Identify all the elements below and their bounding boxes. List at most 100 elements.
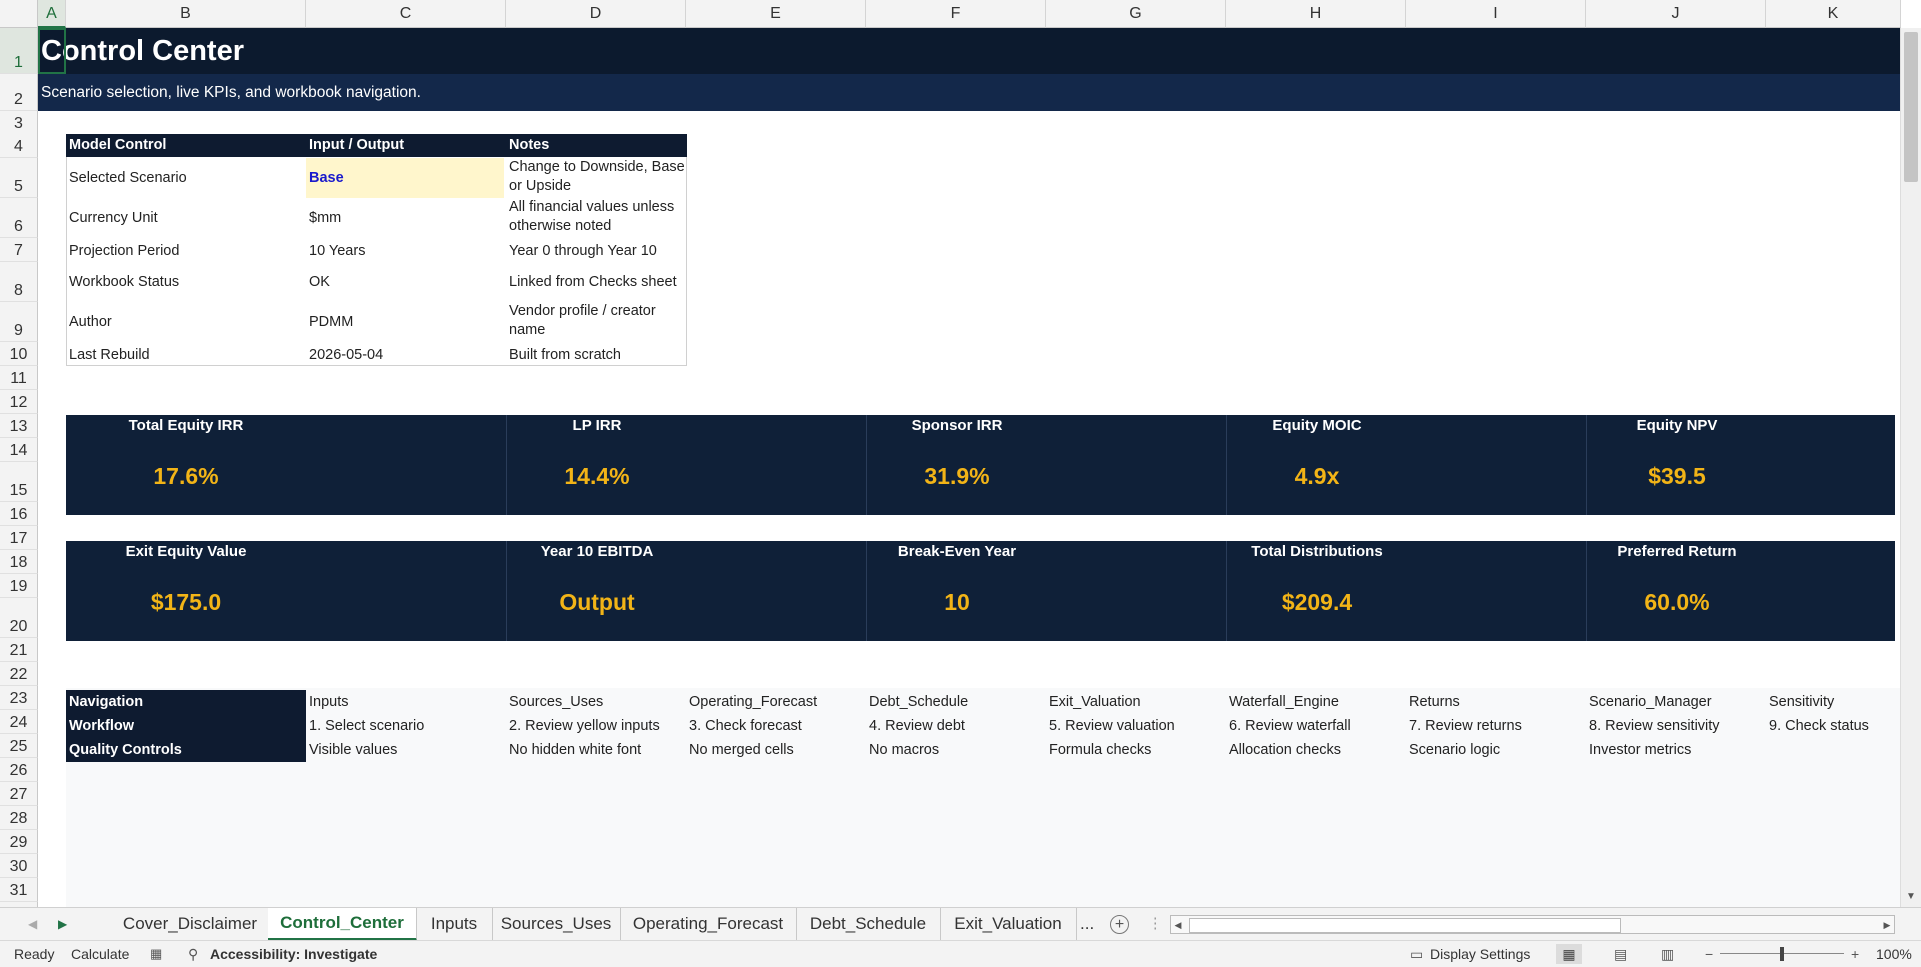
row-header[interactable]: 22 bbox=[0, 662, 38, 686]
row-header[interactable]: 27 bbox=[0, 782, 38, 806]
row-header[interactable]: 7 bbox=[0, 238, 38, 262]
column-header[interactable]: H bbox=[1226, 0, 1406, 28]
column-header[interactable]: G bbox=[1046, 0, 1226, 28]
spreadsheet-grid[interactable]: ABCDEFGHIJK 1 2 3 4 5 6 7 8 9 10 11 12 13 14 15 16 17 18 1… bbox=[0, 0, 1921, 907]
tab-split-handle-icon[interactable]: ⋮ bbox=[1148, 908, 1163, 940]
horizontal-scroll-thumb[interactable] bbox=[1189, 918, 1621, 933]
accessibility-status[interactable]: Accessibility: Investigate bbox=[210, 941, 377, 967]
column-header[interactable]: J bbox=[1586, 0, 1766, 28]
add-sheet-icon[interactable]: + bbox=[1110, 915, 1129, 934]
nav-link[interactable]: Returns bbox=[1406, 690, 1460, 714]
row-header[interactable]: 13 bbox=[0, 414, 38, 438]
row-header[interactable]: 12 bbox=[0, 390, 38, 414]
sheet-tab[interactable]: Inputs bbox=[416, 908, 493, 940]
sheet-tab[interactable]: Debt_Schedule bbox=[796, 908, 941, 940]
zoom-in-icon[interactable]: + bbox=[1851, 941, 1859, 967]
row-header[interactable]: 9 bbox=[0, 302, 38, 342]
row-header[interactable]: 15 bbox=[0, 462, 38, 502]
active-cell-cursor[interactable] bbox=[38, 28, 66, 74]
column-header[interactable]: F bbox=[866, 0, 1046, 28]
column-header[interactable]: E bbox=[686, 0, 866, 28]
row-header[interactable]: 4 bbox=[0, 134, 38, 158]
nav-link[interactable]: Exit_Valuation bbox=[1046, 690, 1141, 714]
nav-link[interactable]: Operating_Forecast bbox=[686, 690, 817, 714]
scroll-left-icon[interactable]: ◀ bbox=[1171, 916, 1185, 935]
macro-record-icon[interactable]: ▦ bbox=[150, 941, 162, 967]
sheet-tab[interactable]: Control_Center bbox=[268, 908, 417, 941]
display-settings-button[interactable]: Display Settings bbox=[1430, 941, 1530, 967]
nav-link[interactable]: Scenario_Manager bbox=[1586, 690, 1712, 714]
kpi-lp-irr[interactable]: LP IRR 14.4% bbox=[507, 415, 867, 515]
nav-link[interactable]: Inputs bbox=[306, 690, 349, 714]
row-header[interactable]: 8 bbox=[0, 262, 38, 302]
horizontal-scrollbar[interactable]: ◀ ▶ bbox=[1170, 915, 1895, 934]
column-header[interactable]: A bbox=[38, 0, 66, 28]
vertical-scroll-thumb[interactable] bbox=[1904, 32, 1918, 182]
column-header[interactable]: C bbox=[306, 0, 506, 28]
row-header[interactable]: 23 bbox=[0, 686, 38, 710]
sheet-tab[interactable]: Operating_Forecast bbox=[620, 908, 797, 940]
kpi-total-distributions[interactable]: Total Distributions $209.4 bbox=[1227, 541, 1587, 641]
row-header[interactable]: 10 bbox=[0, 342, 38, 366]
row-header[interactable]: 3 bbox=[0, 111, 38, 135]
calculate-button[interactable]: Calculate bbox=[71, 941, 129, 967]
vertical-scrollbar[interactable]: ▼ bbox=[1900, 28, 1921, 907]
row-header[interactable]: 11 bbox=[0, 366, 38, 390]
row-header[interactable]: 2 bbox=[0, 74, 38, 111]
row-header[interactable]: 25 bbox=[0, 734, 38, 758]
row-header[interactable]: 16 bbox=[0, 502, 38, 526]
row-header[interactable]: 31 bbox=[0, 878, 38, 902]
selected-scenario-input[interactable]: Base bbox=[306, 158, 344, 198]
row-header[interactable]: 24 bbox=[0, 710, 38, 734]
kpi-year10-ebitda[interactable]: Year 10 EBITDA Output bbox=[507, 541, 867, 641]
nav-link[interactable]: Waterfall_Engine bbox=[1226, 690, 1339, 714]
scroll-down-icon[interactable]: ▼ bbox=[1901, 891, 1921, 905]
column-header[interactable]: I bbox=[1406, 0, 1586, 28]
sheet-tab[interactable]: Cover_Disclaimer bbox=[112, 908, 269, 940]
kpi-equity-moic[interactable]: Equity MOIC 4.9x bbox=[1227, 415, 1587, 515]
nav-link[interactable]: Sensitivity bbox=[1766, 690, 1834, 714]
zoom-slider-thumb[interactable] bbox=[1780, 947, 1784, 961]
tab-scroll-right-icon[interactable]: ▶ bbox=[58, 908, 67, 940]
nav-link[interactable]: Debt_Schedule bbox=[866, 690, 968, 714]
row-header[interactable]: 17 bbox=[0, 526, 38, 550]
value-author[interactable]: PDMM bbox=[306, 302, 353, 342]
kpi-preferred-return[interactable]: Preferred Return 60.0% bbox=[1587, 541, 1895, 641]
row-header[interactable]: 5 bbox=[0, 158, 38, 198]
scroll-right-icon[interactable]: ▶ bbox=[1880, 916, 1894, 935]
column-header[interactable]: D bbox=[506, 0, 686, 28]
row-header[interactable]: 18 bbox=[0, 550, 38, 574]
row-header[interactable]: 26 bbox=[0, 758, 38, 782]
row-header[interactable]: 14 bbox=[0, 438, 38, 462]
row-header[interactable]: 20 bbox=[0, 598, 38, 638]
row-header[interactable]: 1 bbox=[0, 28, 38, 74]
kpi-break-even-year[interactable]: Break-Even Year 10 bbox=[867, 541, 1227, 641]
row-header[interactable]: 6 bbox=[0, 198, 38, 238]
page-break-view-icon[interactable]: ▥ bbox=[1661, 941, 1674, 967]
select-all-corner[interactable] bbox=[0, 0, 38, 28]
nav-link[interactable]: Sources_Uses bbox=[506, 690, 603, 714]
kpi-equity-npv[interactable]: Equity NPV $39.5 bbox=[1587, 415, 1895, 515]
tab-overflow[interactable]: ... bbox=[1080, 908, 1094, 940]
column-header[interactable]: K bbox=[1766, 0, 1901, 28]
value-projection-period[interactable]: 10 Years bbox=[306, 240, 365, 262]
zoom-level[interactable]: 100% bbox=[1876, 941, 1912, 967]
row-header[interactable]: 28 bbox=[0, 806, 38, 830]
sheet-tab[interactable]: Sources_Uses bbox=[492, 908, 621, 940]
sheet-tab[interactable]: Exit_Valuation bbox=[940, 908, 1077, 940]
page-layout-view-icon[interactable]: ▤ bbox=[1614, 941, 1627, 967]
kpi-exit-equity-value[interactable]: Exit Equity Value $175.0 bbox=[66, 541, 507, 641]
normal-view-icon[interactable]: ▦ bbox=[1556, 944, 1582, 964]
row-header[interactable]: 19 bbox=[0, 574, 38, 598]
value-workbook-status[interactable]: OK bbox=[306, 264, 330, 300]
column-header[interactable]: B bbox=[66, 0, 306, 28]
row-header[interactable]: 21 bbox=[0, 638, 38, 662]
row-header[interactable]: 30 bbox=[0, 854, 38, 878]
zoom-out-icon[interactable]: − bbox=[1705, 941, 1713, 967]
value-last-rebuild[interactable]: 2026-05-04 bbox=[306, 344, 383, 366]
kpi-total-equity-irr[interactable]: Total Equity IRR 17.6% bbox=[66, 415, 507, 515]
tab-scroll-left-icon[interactable]: ◀ bbox=[28, 908, 37, 940]
value-currency-unit[interactable]: $mm bbox=[306, 198, 341, 238]
kpi-sponsor-irr[interactable]: Sponsor IRR 31.9% bbox=[867, 415, 1227, 515]
row-header[interactable]: 29 bbox=[0, 830, 38, 854]
